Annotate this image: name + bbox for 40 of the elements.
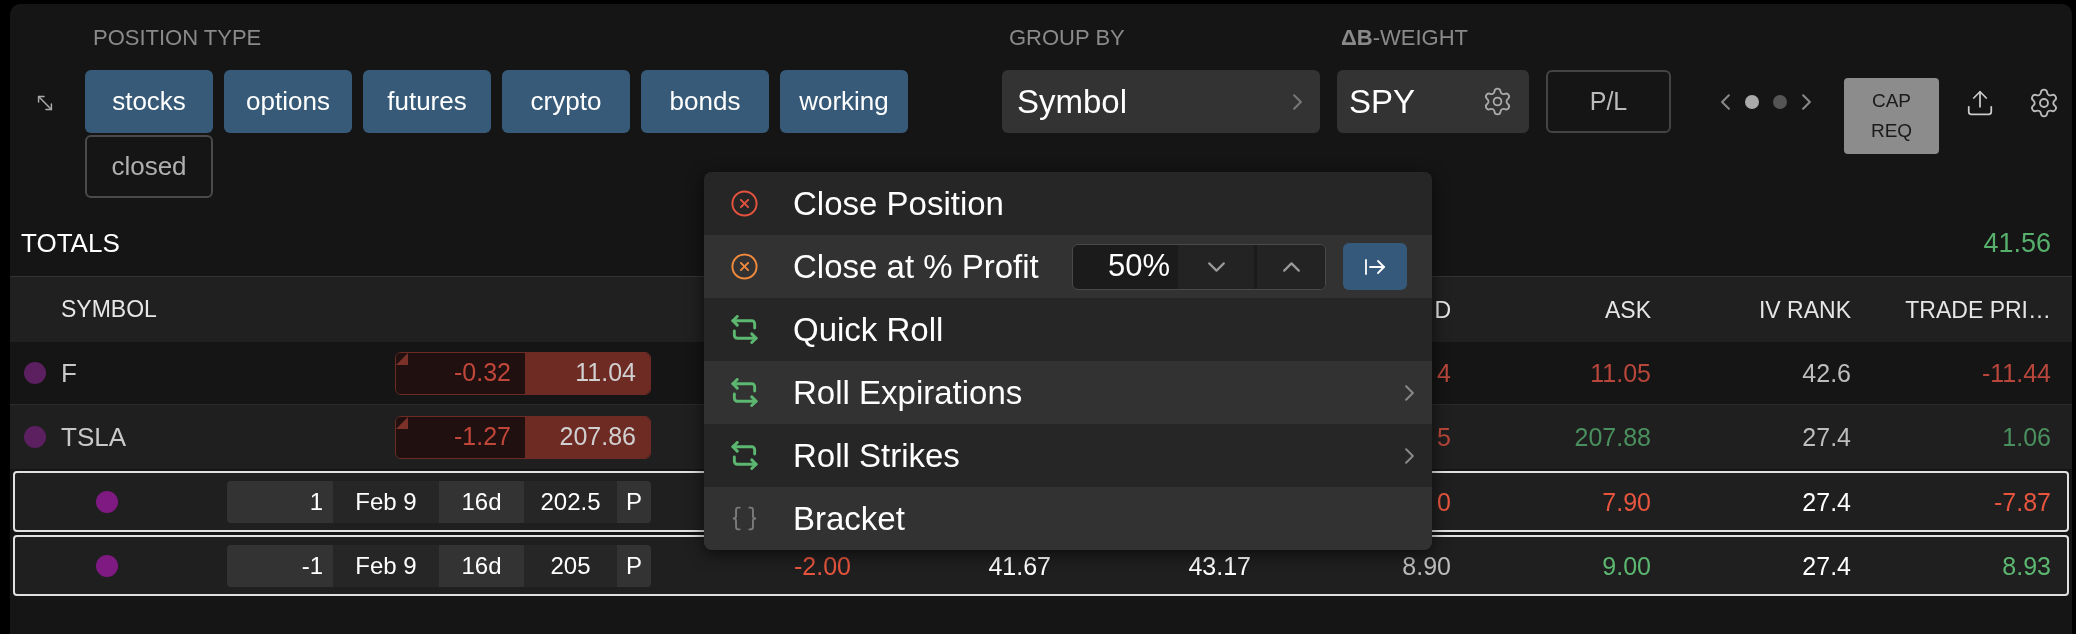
quantity-cell: -1 <box>227 544 333 587</box>
table-cell: 27.4 <box>1802 489 1851 514</box>
strike-cell: 205 <box>524 544 617 587</box>
days-cell: 16d <box>439 544 524 587</box>
table-cell: 42.6 <box>1802 361 1851 385</box>
price-change-text: -0.32 <box>396 352 525 394</box>
table-cell: 41.67 <box>988 553 1051 578</box>
strike-cell: 202.5 <box>524 480 617 523</box>
quantity-cell: 1 <box>227 480 333 523</box>
last-price-text: 11.04 <box>525 352 650 394</box>
table-cell: 43.17 <box>1188 553 1251 578</box>
table-cell: 11.05 <box>1590 361 1651 385</box>
table-cell: -11.44 <box>1981 361 2051 385</box>
option-type-cell: P <box>617 480 651 523</box>
table-cell: 0 <box>1437 489 1451 514</box>
table-cell: 9.00 <box>1602 553 1651 578</box>
expiration-cell: Feb 9 <box>333 544 439 587</box>
totals-label: TOTALS <box>21 227 120 260</box>
table-cell: 27.4 <box>1802 425 1851 449</box>
section-label: POSITION TYPE <box>92 24 263 52</box>
last-price-text: 207.86 <box>525 416 650 458</box>
price-change-text: -1.27 <box>396 416 525 458</box>
section-label: GROUP BY <box>1008 24 1126 52</box>
section-label: ΔB-WEIGHT <box>1340 24 1470 52</box>
table-cell: -7.87 <box>1994 489 2051 514</box>
table-cell: -2.00 <box>794 553 851 578</box>
symbol-text: F <box>61 356 77 390</box>
table-cell: 8.90 <box>1402 553 1451 578</box>
totals-value: 41.56 <box>1983 227 2051 261</box>
table-cell: 7.90 <box>1602 489 1651 514</box>
table-cell: 27.4 <box>1802 553 1851 578</box>
expiration-cell: Feb 9 <box>333 480 439 523</box>
option-type-cell: P <box>617 544 651 587</box>
table-cell: 207.88 <box>1574 425 1651 449</box>
table-cell: 5 <box>1437 425 1451 449</box>
table-cell: 4 <box>1437 361 1451 385</box>
days-cell: 16d <box>439 480 524 523</box>
table-cell: 8.93 <box>2002 553 2051 578</box>
symbol-text: TSLA <box>61 420 127 454</box>
table-cell: 1.06 <box>2002 425 2051 449</box>
